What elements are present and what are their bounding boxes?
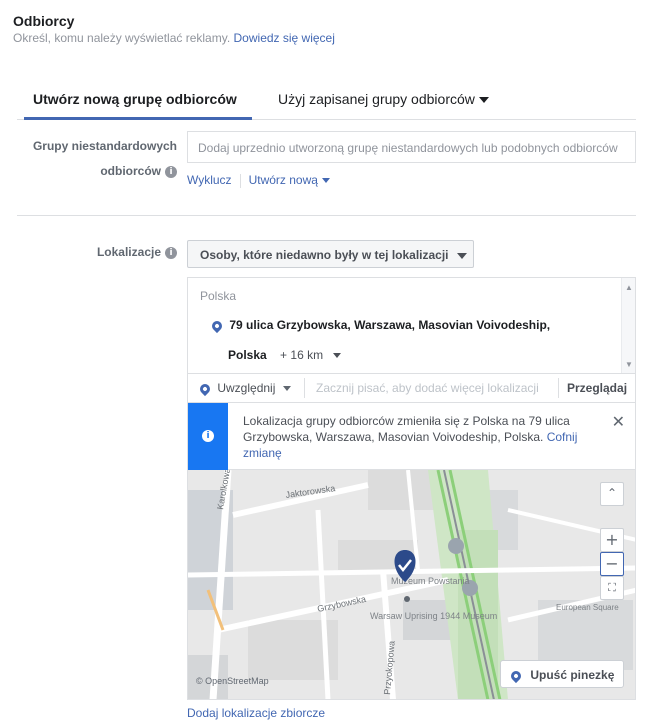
- tab-saved-label: Użyj zapisanej grupy odbiorców: [278, 91, 475, 107]
- country-header: Polska: [200, 289, 237, 303]
- selected-location[interactable]: 79 ulica Grzybowska, Warszawa, Masovian …: [209, 318, 551, 333]
- location-type-dropdown[interactable]: Osoby, które niedawno były w tej lokaliz…: [187, 240, 474, 268]
- location-pin-icon: [197, 381, 213, 396]
- collapse-map-button[interactable]: ⌃: [600, 482, 624, 506]
- exclude-link[interactable]: Wyklucz: [187, 173, 232, 187]
- poi-label: Warsaw Uprising 1944 Museum: [370, 611, 497, 621]
- audience-tabs: Utwórz nową grupę odbiorców Użyj zapisan…: [17, 78, 636, 120]
- notice-message: Lokalizacja grupy odbiorców zmieniła się…: [243, 413, 603, 461]
- scroll-up-icon[interactable]: ▲: [625, 283, 633, 292]
- tab-create-new-audience[interactable]: Utwórz nową grupę odbiorców: [33, 91, 237, 107]
- radius-value: + 16 km: [280, 348, 324, 362]
- location-pin-icon: [209, 318, 225, 333]
- fullscreen-icon[interactable]: ⛶: [600, 576, 624, 600]
- active-tab-indicator: [24, 117, 252, 120]
- notice-text: Lokalizacja grupy odbiorców zmieniła się…: [243, 414, 570, 444]
- create-new-link[interactable]: Utwórz nową: [249, 173, 330, 187]
- create-new-label: Utwórz nową: [248, 173, 318, 187]
- locations-label-row: Lokalizacje i: [17, 245, 177, 259]
- section-divider: [17, 215, 636, 216]
- scroll-down-icon[interactable]: ▼: [625, 360, 633, 369]
- drop-pin-label: Upuść pinezkę: [530, 668, 615, 682]
- custom-audiences-label-line2-row: odbiorców i: [17, 159, 177, 184]
- section-subtitle: Określ, komu należy wyświetlać reklamy. …: [13, 31, 335, 45]
- include-label: Uwzględnij: [217, 381, 276, 395]
- chevron-down-icon: [456, 252, 467, 259]
- custom-audience-actions: Wyklucz Utwórz nową: [187, 173, 330, 188]
- poi-label: European Square: [556, 603, 619, 612]
- info-icon: i: [202, 430, 214, 442]
- include-exclude-dropdown[interactable]: Uwzględnij: [197, 381, 292, 396]
- location-type-label: Osoby, które niedawno były w tej lokaliz…: [200, 248, 449, 262]
- custom-audiences-label-line1: Grupy niestandardowych: [32, 139, 177, 153]
- browse-button[interactable]: Przeglądaj: [567, 381, 627, 395]
- info-icon[interactable]: i: [165, 165, 177, 178]
- search-separator: [304, 378, 305, 398]
- custom-audiences-label-line2: odbiorców: [100, 164, 161, 178]
- link-separator: [239, 173, 241, 188]
- locations-label: Lokalizacje: [96, 245, 161, 259]
- location-pin-icon: [508, 668, 524, 683]
- chevron-down-icon: [333, 353, 342, 359]
- radius-dropdown[interactable]: + 16 km: [280, 348, 342, 362]
- chevron-down-icon: [283, 386, 292, 392]
- add-bulk-locations-link[interactable]: Dodaj lokalizacje zbiorcze: [187, 706, 325, 720]
- location-list-scrollbar[interactable]: ▲ ▼: [621, 278, 635, 374]
- learn-more-link[interactable]: Dowiedz się więcej: [234, 31, 335, 45]
- zoom-in-button[interactable]: +: [600, 528, 624, 552]
- tab-use-saved-audience[interactable]: Użyj zapisanej grupy odbiorców: [278, 91, 489, 107]
- map-attribution: © OpenStreetMap: [196, 676, 269, 686]
- location-map[interactable]: Jaktorowska Karolkowa Grzybowska Przyoko…: [187, 470, 636, 700]
- chevron-down-icon: [321, 178, 330, 184]
- close-icon[interactable]: ✕: [612, 412, 625, 431]
- browse-separator: [558, 378, 559, 398]
- subtitle-text: Określ, komu należy wyświetlać reklamy.: [13, 31, 231, 45]
- section-title: Odbiorcy: [13, 13, 75, 29]
- custom-audience-input[interactable]: Dodaj uprzednio utworzoną grupę niestand…: [187, 131, 636, 163]
- selected-location-row2: Polska + 16 km: [228, 348, 342, 362]
- info-icon[interactable]: i: [165, 246, 177, 259]
- location-search-input[interactable]: Zacznij pisać, aby dodać więcej lokaliza…: [316, 381, 556, 395]
- selected-locations-box: Polska 79 ulica Grzybowska, Warszawa, Ma…: [187, 277, 636, 374]
- drop-pin-button[interactable]: Upuść pinezkę: [500, 660, 624, 688]
- location-change-notice: i Lokalizacja grupy odbiorców zmieniła s…: [187, 403, 636, 470]
- zoom-out-button[interactable]: −: [600, 552, 624, 576]
- chevron-down-icon: [478, 97, 489, 104]
- selected-location-line1: 79 ulica Grzybowska, Warszawa, Masovian …: [229, 318, 551, 332]
- custom-audiences-label: Grupy niestandardowych odbiorców i: [17, 134, 177, 184]
- selected-location-line2: Polska: [228, 348, 267, 362]
- location-search-bar: Uwzględnij Zacznij pisać, aby dodać więc…: [187, 373, 636, 403]
